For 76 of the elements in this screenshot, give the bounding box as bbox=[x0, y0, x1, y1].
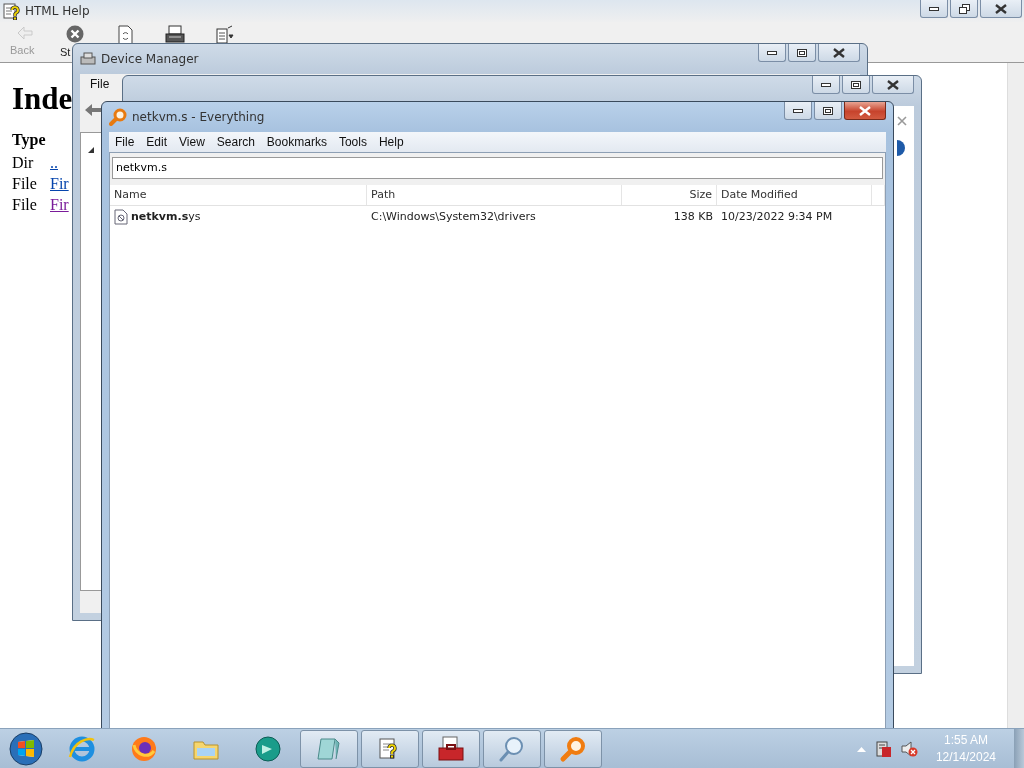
menu-item[interactable]: Tools bbox=[332, 133, 373, 151]
menu-item[interactable]: Help bbox=[372, 133, 410, 151]
maximize-icon bbox=[823, 106, 833, 115]
windows-logo-icon bbox=[9, 732, 43, 766]
magnifier-icon bbox=[559, 735, 587, 763]
menu-item[interactable]: Search bbox=[210, 133, 261, 151]
expand-arrow-icon[interactable] bbox=[87, 146, 95, 154]
stop-icon[interactable] bbox=[66, 25, 84, 43]
scrollbar[interactable] bbox=[1007, 63, 1024, 728]
file-path: C:\Windows\System32\drivers bbox=[371, 210, 536, 223]
refresh-icon[interactable] bbox=[116, 25, 134, 45]
column-header: Type bbox=[12, 131, 46, 149]
maximize-button[interactable] bbox=[842, 76, 870, 94]
file-link[interactable]: Fir bbox=[50, 196, 69, 213]
menu-item[interactable]: Bookmarks bbox=[260, 133, 333, 151]
back-arrow-icon[interactable] bbox=[84, 103, 102, 117]
minimize-icon bbox=[929, 6, 939, 11]
restore-button[interactable] bbox=[950, 0, 978, 18]
printer-icon[interactable] bbox=[165, 25, 185, 43]
minimize-button[interactable] bbox=[758, 44, 786, 62]
menu-item[interactable]: Edit bbox=[140, 133, 174, 151]
minimize-button[interactable] bbox=[784, 102, 812, 120]
window-title: netkvm.s - Everything bbox=[132, 110, 266, 124]
file-link[interactable]: .. bbox=[50, 154, 58, 171]
maximize-button[interactable] bbox=[788, 44, 816, 62]
window-title: Device Manager bbox=[101, 52, 200, 66]
file-icon bbox=[114, 208, 128, 225]
menu-item[interactable]: File bbox=[84, 75, 116, 93]
clear-icon[interactable] bbox=[897, 116, 907, 126]
menu-item[interactable]: File bbox=[109, 133, 141, 151]
file-row[interactable]: netkvm.sys C:\Windows\System32\drivers 138 KB 10/23/2022 9:34 PM bbox=[110, 205, 885, 228]
column-header[interactable]: Date Modified bbox=[717, 184, 872, 205]
clock-time: 1:55 AM bbox=[943, 732, 988, 749]
date-modified: 10/23/2022 9:34 PM bbox=[721, 210, 833, 223]
close-icon bbox=[859, 105, 871, 116]
table-cell-text: File bbox=[12, 175, 38, 193]
table-cell-text: Dir bbox=[12, 154, 35, 172]
close-button[interactable] bbox=[844, 102, 886, 120]
volume-icon[interactable] bbox=[899, 740, 918, 758]
file-link[interactable]: Fir bbox=[50, 175, 69, 192]
column-header[interactable]: Path bbox=[367, 184, 622, 205]
options-icon[interactable] bbox=[215, 25, 235, 45]
close-button[interactable] bbox=[818, 44, 860, 62]
minimize-button[interactable] bbox=[920, 0, 948, 18]
table-cell-text: File bbox=[12, 196, 38, 214]
maximize-button[interactable] bbox=[814, 102, 842, 120]
notepad-icon bbox=[315, 735, 343, 763]
browser-e-icon bbox=[67, 735, 96, 763]
page-heading: Inde bbox=[12, 81, 73, 117]
network-icon[interactable] bbox=[873, 740, 892, 758]
toolbar-button-label[interactable]: St bbox=[60, 46, 71, 58]
close-icon bbox=[833, 47, 845, 58]
minimize-button[interactable] bbox=[812, 76, 840, 94]
toolbox-icon bbox=[437, 735, 465, 763]
magnifier-icon bbox=[498, 735, 526, 763]
window-title: HTML Help bbox=[25, 4, 91, 18]
minimize-icon bbox=[767, 50, 777, 55]
close-button[interactable] bbox=[980, 0, 1022, 18]
menu-item[interactable]: View bbox=[173, 133, 211, 151]
close-button[interactable] bbox=[872, 76, 914, 94]
magnifier-icon bbox=[109, 108, 127, 126]
close-icon bbox=[995, 3, 1007, 14]
search-field[interactable]: netkvm.s bbox=[112, 156, 883, 179]
help-icon bbox=[2, 2, 20, 20]
restore-icon bbox=[958, 3, 970, 14]
column-header[interactable]: Name bbox=[110, 184, 367, 205]
close-icon bbox=[887, 79, 899, 90]
maximize-icon bbox=[851, 80, 861, 89]
column-header[interactable]: Size bbox=[622, 184, 717, 205]
file-size: 138 KB bbox=[673, 210, 713, 223]
taskbar-button[interactable] bbox=[422, 730, 480, 768]
minimize-icon bbox=[821, 82, 831, 87]
minimize-icon bbox=[793, 108, 803, 113]
file-name: netkvm.sys bbox=[131, 210, 201, 223]
clock-date: 12/14/2024 bbox=[935, 749, 996, 766]
maximize-icon bbox=[797, 48, 807, 57]
